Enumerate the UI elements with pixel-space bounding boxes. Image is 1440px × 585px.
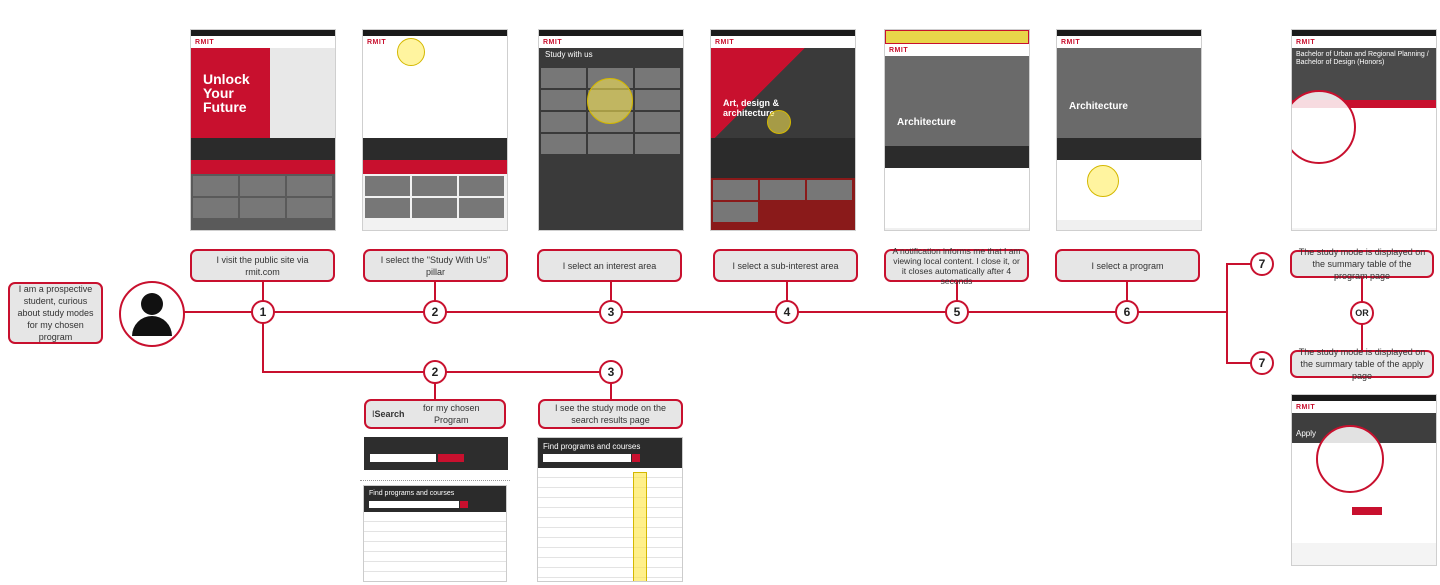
or-node: OR — [1350, 301, 1374, 325]
study-mode-column-highlight — [633, 472, 647, 581]
screenshot-architecture-programs: RMIT Architecture — [1057, 30, 1201, 230]
search-bar-strip — [364, 437, 508, 470]
search-panel-title-left: Find programs and courses — [369, 490, 455, 497]
step-node-4: 4 — [775, 300, 799, 324]
step-4-bubble: I select a sub-interest area — [713, 249, 858, 282]
step-node-3: 3 — [599, 300, 623, 324]
step-node-5: 5 — [945, 300, 969, 324]
step-node-1: 1 — [251, 300, 275, 324]
screenshot-homepage: RMIT Unlock Your Future — [191, 30, 335, 230]
alt-step-node-3: 3 — [599, 360, 623, 384]
highlight-program — [1087, 165, 1119, 197]
step-3-bubble: I select an interest area — [537, 249, 682, 282]
architecture-hero-title-b: Architecture — [1069, 101, 1128, 112]
alt-step-2-text-bold: Search — [374, 409, 405, 419]
rmit-logo: RMIT — [543, 38, 563, 46]
rmit-logo: RMIT — [1296, 403, 1316, 411]
search-panel-right: Find programs and courses — [538, 438, 682, 581]
outcome-node-7a: 7 — [1250, 252, 1274, 276]
rmit-logo: RMIT — [715, 38, 735, 46]
rmit-logo: RMIT — [889, 46, 909, 54]
rmit-logo: RMIT — [1061, 38, 1081, 46]
outcome-node-7b: 7 — [1250, 351, 1274, 375]
branch-vertical-line — [262, 323, 264, 373]
connector-3 — [610, 282, 612, 302]
fork-vertical-line — [1226, 263, 1228, 363]
outcome-program-bubble: The study mode is displayed on the summa… — [1290, 247, 1434, 281]
zoom-study-mode-apply — [1316, 425, 1384, 493]
step-node-6: 6 — [1115, 300, 1139, 324]
study-with-us-title: Study with us — [545, 50, 593, 59]
screenshot-program-page: RMIT Bachelor of Urban and Regional Plan… — [1292, 30, 1436, 230]
alt-step-node-2: 2 — [423, 360, 447, 384]
highlight-study-pillar — [397, 38, 425, 66]
highlight-interest-area — [587, 78, 633, 124]
outcome-apply-bubble: The study mode is displayed on the summa… — [1290, 347, 1434, 381]
persona-bubble: I am a prospective student, curious abou… — [8, 282, 103, 344]
alt-step-3-bubble: I see the study mode on the search resul… — [538, 399, 683, 429]
connector-6 — [1126, 282, 1128, 302]
screenshot-study-with-us: RMIT Study with us — [539, 30, 683, 230]
fold-divider — [360, 480, 510, 481]
step-node-2: 2 — [423, 300, 447, 324]
search-panel-title-right: Find programs and courses — [543, 442, 641, 451]
connector-1 — [262, 282, 264, 302]
homepage-hero-title: Unlock Your Future — [203, 71, 250, 115]
fork-top-line — [1226, 263, 1252, 265]
user-avatar-icon — [119, 281, 185, 347]
highlight-sub-interest — [767, 110, 791, 134]
connector-4 — [786, 282, 788, 302]
search-panel-left: Find programs and courses — [364, 486, 506, 581]
step-1-bubble: I visit the public site via rmit.com — [190, 249, 335, 282]
screenshot-art-design: RMIT Art, design & architecture — [711, 30, 855, 230]
alt-step-2-text-post: for my chosen Program — [423, 403, 480, 425]
connector-alt-2 — [434, 383, 436, 399]
connector-alt-3 — [610, 383, 612, 399]
screenshot-architecture-notice: RMIT Architecture — [885, 30, 1029, 230]
fork-bottom-line — [1226, 362, 1252, 364]
screenshot-study-menu: RMIT — [363, 30, 507, 230]
screenshot-apply-page: RMIT Apply — [1292, 395, 1436, 565]
rmit-logo: RMIT — [1296, 38, 1316, 46]
alt-step-2-bubble: I Search for my chosen Program — [364, 399, 506, 429]
connector-2 — [434, 282, 436, 302]
step-6-bubble: I select a program — [1055, 249, 1200, 282]
main-timeline-line — [182, 311, 1227, 313]
local-content-notification[interactable] — [885, 30, 1029, 44]
rmit-logo: RMIT — [367, 38, 387, 46]
step-5-bubble: A notification informs me that I am view… — [884, 246, 1029, 286]
architecture-hero-title-a: Architecture — [897, 117, 956, 128]
step-2-bubble: I select the "Study With Us" pillar — [363, 249, 508, 282]
rmit-logo: RMIT — [195, 38, 215, 46]
